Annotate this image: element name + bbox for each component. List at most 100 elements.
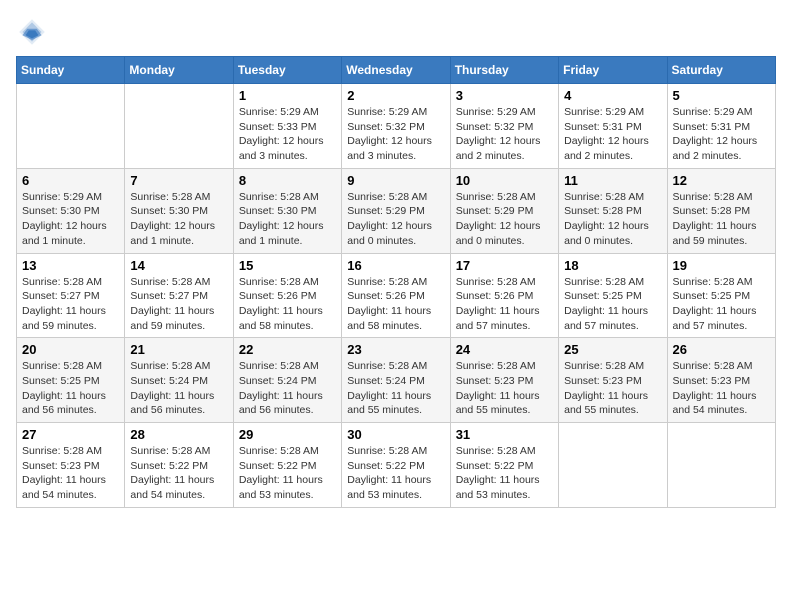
day-info: Sunrise: 5:28 AMSunset: 5:29 PMDaylight:… [456,190,553,249]
day-number: 23 [347,342,444,357]
day-info: Sunrise: 5:28 AMSunset: 5:30 PMDaylight:… [239,190,336,249]
day-info: Sunrise: 5:29 AMSunset: 5:31 PMDaylight:… [564,105,661,164]
calendar-week-row: 20 Sunrise: 5:28 AMSunset: 5:25 PMDayligh… [17,338,776,423]
calendar-header: SundayMondayTuesdayWednesdayThursdayFrid… [17,57,776,84]
calendar-cell [125,84,233,169]
day-number: 26 [673,342,770,357]
day-info: Sunrise: 5:28 AMSunset: 5:28 PMDaylight:… [564,190,661,249]
day-info: Sunrise: 5:29 AMSunset: 5:31 PMDaylight:… [673,105,770,164]
calendar-cell: 26 Sunrise: 5:28 AMSunset: 5:23 PMDayligh… [667,338,775,423]
day-info: Sunrise: 5:28 AMSunset: 5:24 PMDaylight:… [130,359,227,418]
calendar-week-row: 13 Sunrise: 5:28 AMSunset: 5:27 PMDayligh… [17,253,776,338]
day-number: 25 [564,342,661,357]
day-info: Sunrise: 5:28 AMSunset: 5:27 PMDaylight:… [22,275,119,334]
day-number: 27 [22,427,119,442]
day-info: Sunrise: 5:28 AMSunset: 5:23 PMDaylight:… [673,359,770,418]
day-info: Sunrise: 5:28 AMSunset: 5:26 PMDaylight:… [239,275,336,334]
day-info: Sunrise: 5:28 AMSunset: 5:22 PMDaylight:… [347,444,444,503]
calendar-cell: 24 Sunrise: 5:28 AMSunset: 5:23 PMDayligh… [450,338,558,423]
calendar-cell: 13 Sunrise: 5:28 AMSunset: 5:27 PMDayligh… [17,253,125,338]
day-number: 12 [673,173,770,188]
weekday-header: Tuesday [233,57,341,84]
day-info: Sunrise: 5:28 AMSunset: 5:30 PMDaylight:… [130,190,227,249]
day-number: 22 [239,342,336,357]
calendar-cell: 5 Sunrise: 5:29 AMSunset: 5:31 PMDaylight… [667,84,775,169]
calendar-week-row: 1 Sunrise: 5:29 AMSunset: 5:33 PMDaylight… [17,84,776,169]
day-info: Sunrise: 5:28 AMSunset: 5:24 PMDaylight:… [347,359,444,418]
calendar-cell: 17 Sunrise: 5:28 AMSunset: 5:26 PMDayligh… [450,253,558,338]
weekday-header: Thursday [450,57,558,84]
weekday-header: Sunday [17,57,125,84]
day-info: Sunrise: 5:28 AMSunset: 5:24 PMDaylight:… [239,359,336,418]
calendar-cell [17,84,125,169]
calendar-cell: 22 Sunrise: 5:28 AMSunset: 5:24 PMDayligh… [233,338,341,423]
day-number: 1 [239,88,336,103]
day-info: Sunrise: 5:28 AMSunset: 5:22 PMDaylight:… [239,444,336,503]
day-info: Sunrise: 5:29 AMSunset: 5:30 PMDaylight:… [22,190,119,249]
calendar-cell: 15 Sunrise: 5:28 AMSunset: 5:26 PMDayligh… [233,253,341,338]
calendar-cell: 8Sunrise: 5:28 AMSunset: 5:30 PMDaylight… [233,168,341,253]
calendar-cell [559,423,667,508]
day-number: 16 [347,258,444,273]
day-info: Sunrise: 5:28 AMSunset: 5:25 PMDaylight:… [564,275,661,334]
calendar-cell: 2Sunrise: 5:29 AMSunset: 5:32 PMDaylight… [342,84,450,169]
calendar-cell: 21 Sunrise: 5:28 AMSunset: 5:24 PMDayligh… [125,338,233,423]
day-info: Sunrise: 5:28 AMSunset: 5:23 PMDaylight:… [22,444,119,503]
day-number: 19 [673,258,770,273]
day-number: 31 [456,427,553,442]
calendar-cell: 29 Sunrise: 5:28 AMSunset: 5:22 PMDayligh… [233,423,341,508]
calendar-cell: 27 Sunrise: 5:28 AMSunset: 5:23 PMDayligh… [17,423,125,508]
day-number: 18 [564,258,661,273]
calendar-cell: 20 Sunrise: 5:28 AMSunset: 5:25 PMDayligh… [17,338,125,423]
weekday-header: Friday [559,57,667,84]
calendar-cell: 25 Sunrise: 5:28 AMSunset: 5:23 PMDayligh… [559,338,667,423]
day-number: 21 [130,342,227,357]
day-number: 11 [564,173,661,188]
day-number: 20 [22,342,119,357]
day-number: 3 [456,88,553,103]
calendar-cell: 6 Sunrise: 5:29 AMSunset: 5:30 PMDaylight… [17,168,125,253]
day-number: 6 [22,173,119,188]
day-info: Sunrise: 5:28 AMSunset: 5:22 PMDaylight:… [456,444,553,503]
calendar-cell: 30 Sunrise: 5:28 AMSunset: 5:22 PMDayligh… [342,423,450,508]
page-header [16,16,776,48]
calendar-cell [667,423,775,508]
calendar-cell: 12 Sunrise: 5:28 AMSunset: 5:28 PMDayligh… [667,168,775,253]
calendar-cell: 3 Sunrise: 5:29 AMSunset: 5:32 PMDaylight… [450,84,558,169]
day-number: 4 [564,88,661,103]
day-number: 29 [239,427,336,442]
day-info: Sunrise: 5:29 AMSunset: 5:33 PMDaylight:… [239,105,336,164]
day-number: 5 [673,88,770,103]
day-number: 2 [347,88,444,103]
day-info: Sunrise: 5:28 AMSunset: 5:22 PMDaylight:… [130,444,227,503]
calendar-week-row: 6 Sunrise: 5:29 AMSunset: 5:30 PMDaylight… [17,168,776,253]
day-info: Sunrise: 5:28 AMSunset: 5:23 PMDaylight:… [564,359,661,418]
calendar-cell: 31 Sunrise: 5:28 AMSunset: 5:22 PMDayligh… [450,423,558,508]
calendar-cell: 11 Sunrise: 5:28 AMSunset: 5:28 PMDayligh… [559,168,667,253]
calendar-cell: 10Sunrise: 5:28 AMSunset: 5:29 PMDayligh… [450,168,558,253]
day-number: 28 [130,427,227,442]
weekday-header: Saturday [667,57,775,84]
day-number: 15 [239,258,336,273]
calendar-cell: 1 Sunrise: 5:29 AMSunset: 5:33 PMDaylight… [233,84,341,169]
calendar-cell: 28 Sunrise: 5:28 AMSunset: 5:22 PMDayligh… [125,423,233,508]
day-number: 17 [456,258,553,273]
day-number: 13 [22,258,119,273]
day-info: Sunrise: 5:28 AMSunset: 5:27 PMDaylight:… [130,275,227,334]
day-info: Sunrise: 5:28 AMSunset: 5:26 PMDaylight:… [456,275,553,334]
day-info: Sunrise: 5:28 AMSunset: 5:28 PMDaylight:… [673,190,770,249]
day-info: Sunrise: 5:29 AMSunset: 5:32 PMDaylight:… [456,105,553,164]
day-info: Sunrise: 5:28 AMSunset: 5:23 PMDaylight:… [456,359,553,418]
calendar-cell: 7 Sunrise: 5:28 AMSunset: 5:30 PMDaylight… [125,168,233,253]
day-info: Sunrise: 5:28 AMSunset: 5:25 PMDaylight:… [22,359,119,418]
day-number: 24 [456,342,553,357]
day-info: Sunrise: 5:28 AMSunset: 5:29 PMDaylight:… [347,190,444,249]
day-info: Sunrise: 5:28 AMSunset: 5:25 PMDaylight:… [673,275,770,334]
weekday-header: Wednesday [342,57,450,84]
day-number: 7 [130,173,227,188]
logo [16,16,52,48]
day-number: 30 [347,427,444,442]
weekday-header: Monday [125,57,233,84]
calendar-cell: 23 Sunrise: 5:28 AMSunset: 5:24 PMDayligh… [342,338,450,423]
calendar-cell: 19 Sunrise: 5:28 AMSunset: 5:25 PMDayligh… [667,253,775,338]
